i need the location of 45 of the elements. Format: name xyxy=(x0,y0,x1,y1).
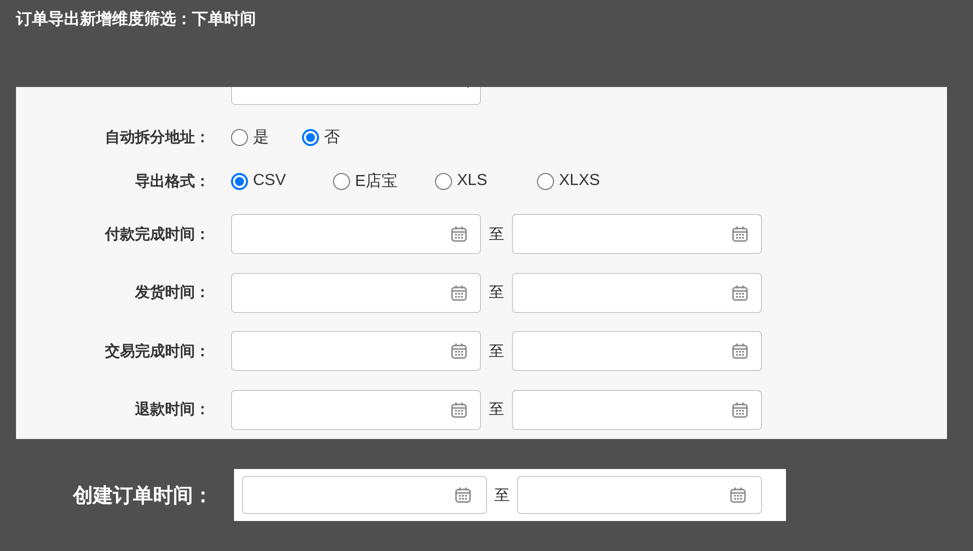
radio-label[interactable]: CSV xyxy=(253,172,286,190)
date-input[interactable] xyxy=(517,476,762,514)
range-separator: 至 xyxy=(488,400,505,420)
radio-button[interactable] xyxy=(231,172,248,190)
radio-button[interactable] xyxy=(537,172,554,190)
range-separator: 至 xyxy=(488,342,505,361)
calendar-icon[interactable] xyxy=(450,284,468,302)
calendar-icon[interactable] xyxy=(731,225,749,244)
calendar-icon[interactable] xyxy=(450,342,468,360)
radio-label[interactable]: E店宝 xyxy=(355,170,398,192)
date-input[interactable] xyxy=(512,390,762,430)
radio-label[interactable]: 否 xyxy=(324,126,340,148)
date-input[interactable] xyxy=(231,390,481,430)
field-label: 交易完成时间： xyxy=(104,342,210,361)
radio-label[interactable]: 是 xyxy=(253,126,269,148)
date-input[interactable] xyxy=(512,214,762,254)
field-label: 发货时间： xyxy=(134,283,210,302)
calendar-icon[interactable] xyxy=(731,342,749,360)
calendar-icon[interactable] xyxy=(729,486,747,504)
range-separator: 至 xyxy=(488,224,505,244)
field-label: 付款完成时间： xyxy=(104,224,210,244)
field-label: 创建订单时间： xyxy=(72,484,213,508)
calendar-icon[interactable] xyxy=(731,284,749,302)
radio-button[interactable] xyxy=(302,128,319,146)
date-input[interactable] xyxy=(512,331,762,372)
date-input[interactable] xyxy=(231,272,481,313)
field-label: 退款时间： xyxy=(134,400,210,420)
calendar-icon[interactable] xyxy=(731,400,749,419)
date-input[interactable] xyxy=(231,331,481,372)
radio-label[interactable]: XLXS xyxy=(559,172,600,190)
range-separator: 至 xyxy=(494,486,510,504)
range-separator: 至 xyxy=(488,283,505,302)
date-input[interactable] xyxy=(242,476,487,514)
radio-button[interactable] xyxy=(333,172,350,190)
radio-button[interactable] xyxy=(435,172,452,190)
calendar-icon[interactable] xyxy=(450,225,468,244)
page-title: 订单导出新增维度筛选：下单时间 xyxy=(14,9,257,30)
field-label: 自动拆分地址： xyxy=(104,128,210,146)
radio-label[interactable]: XLS xyxy=(457,172,488,190)
field-label: 导出格式： xyxy=(134,172,210,190)
date-input[interactable] xyxy=(231,214,481,254)
radio-button[interactable] xyxy=(231,128,248,146)
calendar-icon[interactable] xyxy=(454,486,472,504)
calendar-icon[interactable] xyxy=(450,400,468,419)
date-input[interactable] xyxy=(512,272,762,313)
